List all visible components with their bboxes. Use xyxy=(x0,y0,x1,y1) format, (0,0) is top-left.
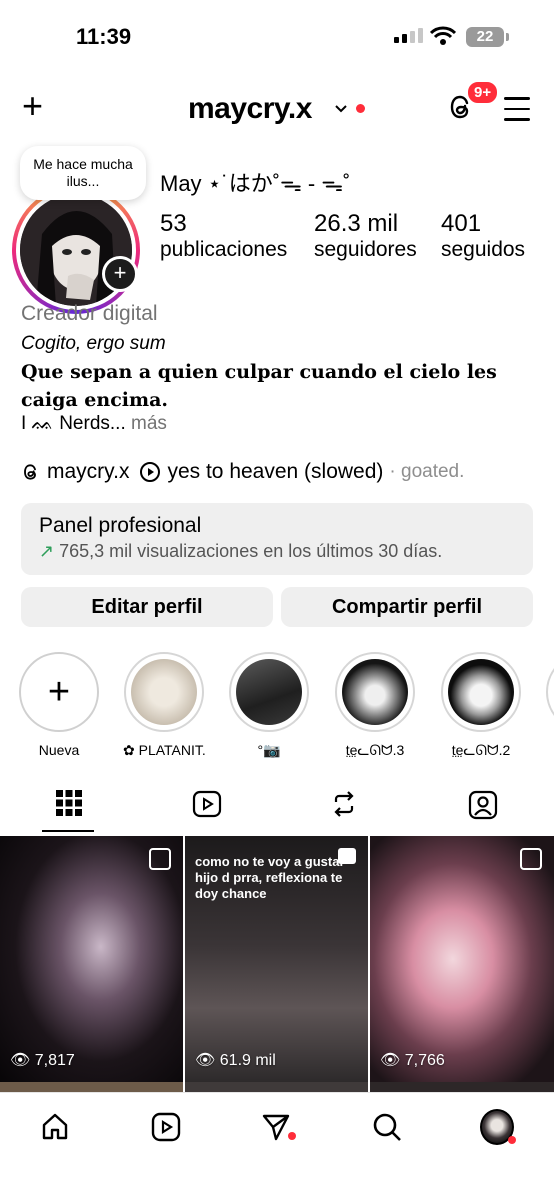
chevron-down-icon[interactable] xyxy=(334,104,348,114)
post-caption-overlay: como no te voy a gustar hijo d prra, ref… xyxy=(195,854,345,901)
carousel-icon xyxy=(520,848,542,870)
nav-messages[interactable] xyxy=(259,1110,293,1144)
highlight-item[interactable]: °📷 xyxy=(228,652,310,759)
repost-icon xyxy=(334,791,354,817)
post-thumbnail[interactable]: 👁 7,817 xyxy=(0,836,183,1082)
tab-reels[interactable] xyxy=(182,790,232,823)
highlight-item-partial[interactable] xyxy=(546,652,554,732)
profile-notification-dot xyxy=(508,1136,516,1144)
stat-value: 401 xyxy=(441,210,482,237)
bio-text: I ᨐ Nerds... xyxy=(21,413,126,434)
highlight-cover xyxy=(131,659,197,725)
post-view-count: 61.9 mil xyxy=(219,1052,276,1069)
threads-icon xyxy=(24,464,36,480)
highlight-new[interactable]: + Nueva xyxy=(18,652,100,758)
post-thumbnail-partial[interactable] xyxy=(370,1082,554,1092)
stat-label: seguidos xyxy=(441,238,526,261)
panel-title: Panel profesional xyxy=(39,514,202,537)
tab-reposts[interactable] xyxy=(319,790,369,823)
reels-icon xyxy=(192,790,222,818)
stat-following[interactable]: 401 seguidos xyxy=(441,210,525,262)
display-name: May ⋆˙はか˚ᯓ - ᯓ˚ xyxy=(160,171,351,196)
nav-search[interactable] xyxy=(370,1110,404,1144)
tagged-person-icon xyxy=(468,790,498,820)
highlight-item[interactable]: t̤e̤ᓚᘏᗢ.3 xyxy=(334,652,416,759)
account-notification-dot xyxy=(356,104,365,113)
nav-reels[interactable] xyxy=(149,1110,183,1144)
threads-link[interactable]: maycry.x xyxy=(47,460,129,484)
highlight-item[interactable]: ✿ PLATANIT... xyxy=(123,652,205,759)
profile-category: Creador digital xyxy=(21,302,158,325)
cellular-signal-icon xyxy=(394,28,423,43)
highlight-label: °📷 xyxy=(257,742,281,758)
direct-message-icon xyxy=(262,1114,290,1141)
highlight-cover xyxy=(448,659,514,725)
plus-icon: + xyxy=(47,671,71,713)
post-views: 👁 7,817 xyxy=(10,1052,75,1069)
profile-links: maycry.x yes to heaven (slowed) · goated… xyxy=(21,460,464,484)
post-thumbnail[interactable]: 👁 7,766 xyxy=(370,836,554,1082)
post-thumbnail[interactable]: como no te voy a gustar hijo d prra, ref… xyxy=(185,836,368,1082)
post-thumbnail-partial[interactable] xyxy=(0,1082,183,1092)
highlight-cover xyxy=(342,659,408,725)
account-switcher[interactable]: maycry.x xyxy=(188,92,312,126)
grid-icon xyxy=(56,790,82,816)
add-story-button[interactable]: + xyxy=(102,256,138,292)
post-views: 👁 7,766 xyxy=(380,1052,445,1069)
bio-line: Que sepan a quien culpar cuando el cielo… xyxy=(21,361,497,411)
stat-label: seguidores xyxy=(314,238,417,261)
share-profile-button[interactable]: Compartir perfil xyxy=(281,587,533,627)
messages-notification-dot xyxy=(288,1132,296,1140)
reels-icon xyxy=(151,1112,181,1142)
create-button[interactable]: + xyxy=(22,88,43,124)
highlight-label: t̤e̤ᓚᘏᗢ.3 xyxy=(345,742,405,758)
highlight-label: Nueva xyxy=(38,742,80,758)
post-views: 👁 61.9 mil xyxy=(195,1052,276,1069)
stat-label: publicaciones xyxy=(160,238,288,261)
active-tab-indicator xyxy=(42,830,94,832)
search-icon xyxy=(373,1113,401,1141)
stat-value: 53 xyxy=(160,210,187,237)
stat-followers[interactable]: 26.3 mil seguidores xyxy=(314,210,417,262)
highlight-item[interactable]: t̤e̤ᓚᘏᗢ.2 xyxy=(440,652,522,759)
highlight-cover xyxy=(236,659,302,725)
carousel-icon xyxy=(149,848,171,870)
profile-note[interactable]: Me hace mucha ilus... xyxy=(20,146,146,200)
play-circle-icon xyxy=(140,462,161,482)
wifi-icon xyxy=(430,26,456,45)
highlight-label: t̤e̤ᓚᘏᗢ.2 xyxy=(451,742,511,758)
profile-music-suffix: · goated. xyxy=(389,461,465,482)
menu-icon[interactable] xyxy=(504,97,530,129)
post-view-count: 7,817 xyxy=(34,1052,75,1069)
highlight-label: ✿ PLATANIT... xyxy=(123,742,205,758)
bio-line: I ᨐ Nerds... más xyxy=(21,413,167,435)
battery-indicator: 22 xyxy=(466,27,509,47)
panel-subtitle-text: 765,3 mil visualizaciones en los últimos… xyxy=(59,541,443,561)
status-time: 11:39 xyxy=(76,24,132,49)
bio-line: Cogito, ergo sum xyxy=(21,333,166,354)
bottom-navigation xyxy=(0,1092,554,1201)
home-icon xyxy=(42,1113,68,1140)
trend-up-icon: ↗ xyxy=(39,541,55,561)
post-view-count: 7,766 xyxy=(404,1052,445,1069)
bio-more-link[interactable]: más xyxy=(131,413,167,434)
stat-value: 26.3 mil xyxy=(314,210,399,237)
stat-posts[interactable]: 53 publicaciones xyxy=(160,210,287,262)
tab-tagged[interactable] xyxy=(458,790,508,825)
nav-home[interactable] xyxy=(38,1110,72,1144)
notification-badge: 9+ xyxy=(466,80,500,105)
edit-profile-button[interactable]: Editar perfil xyxy=(21,587,273,627)
post-thumbnail-partial[interactable] xyxy=(185,1082,368,1092)
panel-subtitle: ↗ 765,3 mil visualizaciones en los últim… xyxy=(39,541,442,562)
tab-grid[interactable] xyxy=(44,790,94,821)
reel-icon xyxy=(338,848,356,864)
profile-music-title[interactable]: yes to heaven (slowed) xyxy=(167,460,383,484)
